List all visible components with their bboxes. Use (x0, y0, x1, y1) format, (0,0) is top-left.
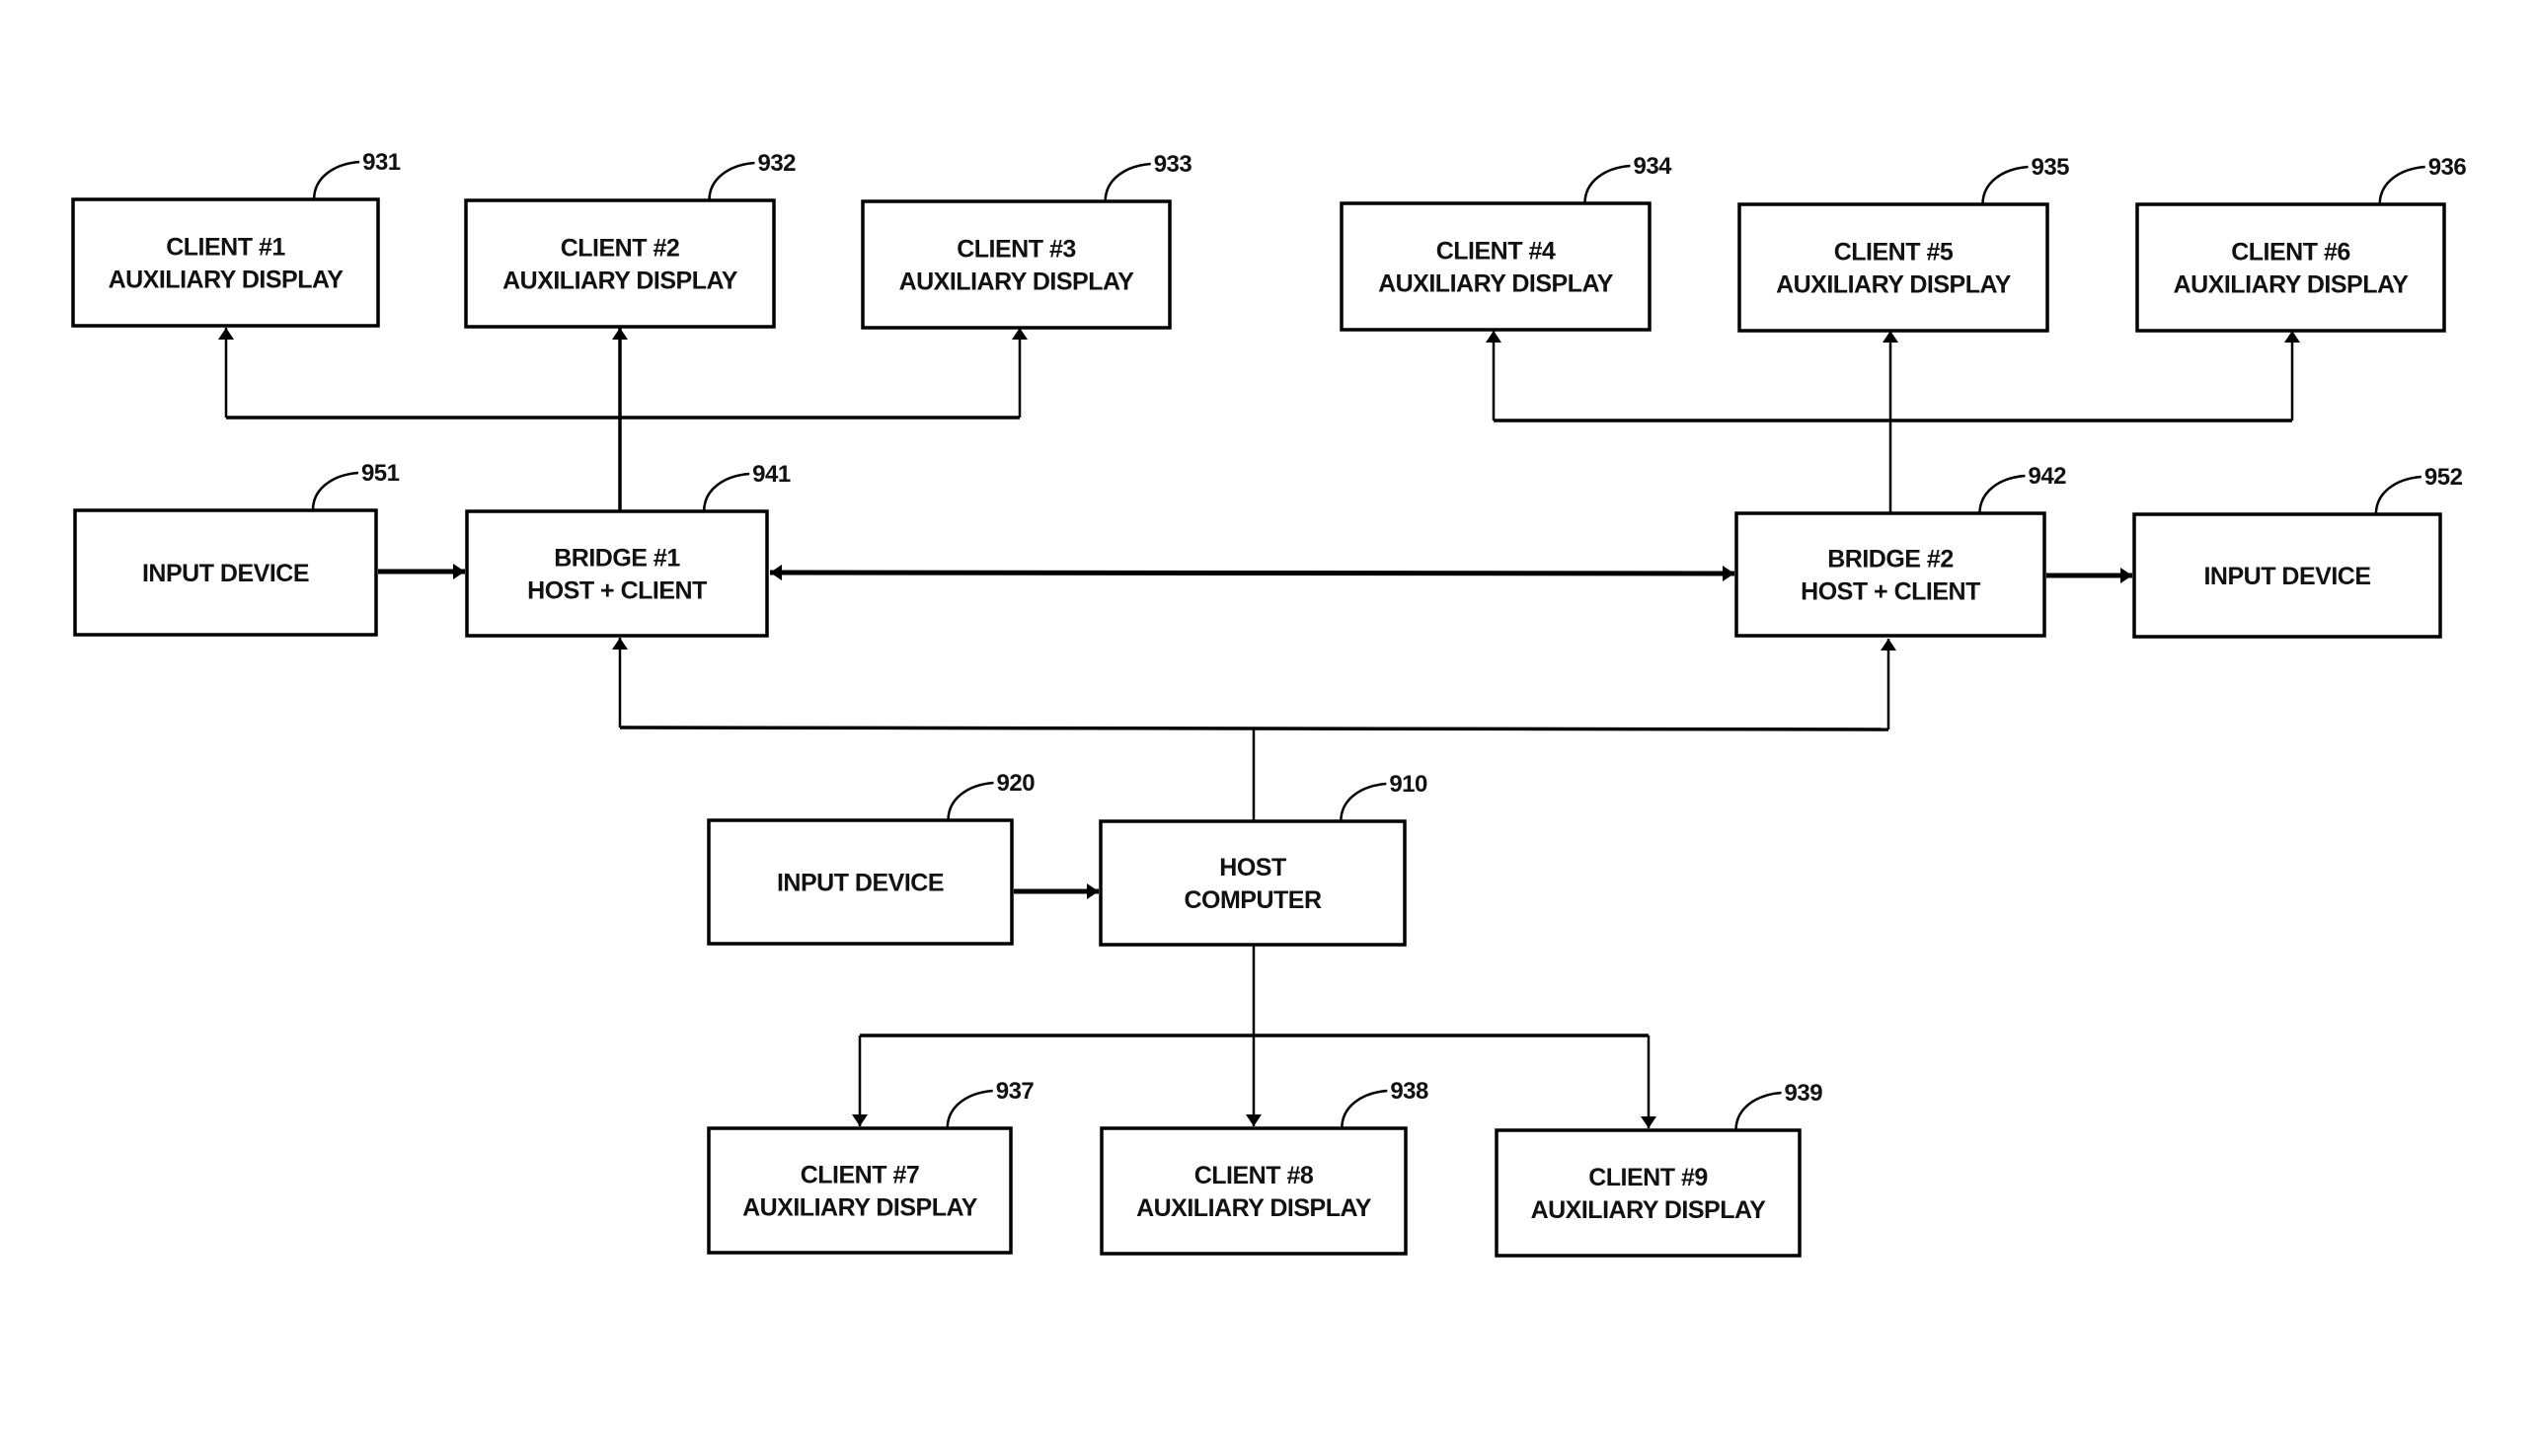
edge-bridge1-bridge2 (769, 565, 1735, 581)
node-box (1340, 201, 1652, 332)
ref-numeral: 951 (361, 460, 400, 487)
node-input952: INPUT DEVICE 952 (2132, 464, 2463, 639)
node-label-line: AUXILIARY DISPLAY (502, 268, 738, 295)
ref-leader-line (946, 1089, 993, 1129)
ref-leader-line (1734, 1091, 1782, 1131)
nodes: CLIENT #1 AUXILIARY DISPLAY 931 CLIENT #2 AU… (71, 149, 2467, 1258)
node-bridge2: BRIDGE #2 HOST + CLIENT 942 (1734, 463, 2067, 638)
node-box (1099, 819, 1407, 947)
node-label-line: CLIENT #6 (2231, 239, 2350, 267)
ref-numeral: 942 (2028, 463, 2066, 490)
node-client3: CLIENT #3 AUXILIARY DISPLAY 933 (861, 151, 1192, 330)
ref-numeral: 938 (1390, 1078, 1428, 1105)
ref-numeral: 952 (2424, 464, 2463, 491)
node-client2: CLIENT #2 AUXILIARY DISPLAY 932 (464, 150, 797, 329)
ref-leader-line (1104, 162, 1151, 202)
node-client4: CLIENT #4 AUXILIARY DISPLAY 934 (1340, 153, 1673, 332)
node-label-line: CLIENT #7 (801, 1162, 920, 1189)
node-box (861, 199, 1172, 330)
edge-host-bus-upper (619, 726, 1889, 731)
node-label-line: BRIDGE #1 (554, 545, 680, 573)
node-label-line: CLIENT #2 (561, 235, 680, 263)
ref-leader-line (312, 160, 360, 200)
ref-numeral: 941 (752, 461, 791, 488)
ref-numeral: 934 (1633, 153, 1672, 180)
node-client7: CLIENT #7 AUXILIARY DISPLAY 937 (707, 1078, 1035, 1255)
node-label-line: AUXILIARY DISPLAY (1776, 271, 2012, 299)
node-input951: INPUT DEVICE 951 (73, 460, 400, 637)
system-diagram: CLIENT #1 AUXILIARY DISPLAY 931 CLIENT #2 AU… (71, 149, 2467, 1258)
node-label-line: AUXILIARY DISPLAY (2174, 271, 2410, 299)
connections (218, 328, 2300, 1128)
node-label-line: AUXILIARY DISPLAY (742, 1194, 978, 1222)
node-label-line: AUXILIARY DISPLAY (1136, 1194, 1372, 1222)
ref-leader-line (702, 472, 750, 512)
ref-leader-line (1341, 1089, 1388, 1129)
ref-numeral: 933 (1154, 151, 1192, 178)
node-label-line: CLIENT #3 (957, 236, 1076, 264)
node-label-line: CLIENT #8 (1194, 1162, 1314, 1189)
node-label-line: AUXILIARY DISPLAY (1378, 270, 1614, 298)
node-client1: CLIENT #1 AUXILIARY DISPLAY 931 (71, 149, 401, 328)
node-client5: CLIENT #5 AUXILIARY DISPLAY 935 (1737, 154, 2070, 333)
node-label-line: INPUT DEVICE (2203, 563, 2370, 590)
node-box (707, 1126, 1013, 1255)
node-label-line: HOST + CLIENT (1801, 578, 1980, 606)
node-label-line: INPUT DEVICE (777, 870, 944, 897)
ref-leader-line (708, 161, 755, 201)
node-client8: CLIENT #8 AUXILIARY DISPLAY 938 (1100, 1078, 1429, 1256)
node-box (465, 509, 769, 638)
node-label-line: CLIENT #9 (1588, 1164, 1708, 1191)
node-label-line: BRIDGE #2 (1827, 546, 1953, 574)
ref-leader-line (1978, 474, 2026, 514)
ref-numeral: 936 (2428, 154, 2467, 181)
node-bridge1: BRIDGE #1 HOST + CLIENT 941 (465, 461, 791, 638)
ref-numeral: 932 (757, 150, 796, 177)
ref-numeral: 935 (2031, 154, 2069, 181)
node-host: HOST COMPUTER 910 (1099, 771, 1428, 947)
node-box (1495, 1128, 1802, 1258)
ref-numeral: 937 (996, 1078, 1035, 1105)
ref-numeral: 910 (1389, 771, 1427, 798)
node-label-line: AUXILIARY DISPLAY (899, 268, 1135, 296)
node-label-line: CLIENT #1 (166, 234, 285, 262)
node-box (464, 198, 776, 329)
node-label-line: HOST + CLIENT (527, 577, 707, 605)
node-label-line: AUXILIARY DISPLAY (1531, 1196, 1767, 1224)
diagram-canvas: CLIENT #1 AUXILIARY DISPLAY 931 CLIENT #2 AU… (0, 0, 2537, 1456)
ref-leader-line (311, 471, 359, 511)
ref-leader-line (1583, 164, 1631, 204)
node-box (71, 197, 380, 328)
ref-leader-line (1981, 165, 2029, 205)
node-label-line: COMPUTER (1184, 886, 1322, 914)
node-box (1737, 202, 2049, 333)
ref-leader-line (2374, 475, 2422, 515)
ref-leader-line (947, 781, 994, 821)
ref-leader-line (1340, 782, 1387, 822)
node-input920: INPUT DEVICE 920 (707, 770, 1036, 946)
node-label-line: INPUT DEVICE (142, 560, 309, 587)
node-label-line: AUXILIARY DISPLAY (109, 267, 345, 294)
node-label-line: CLIENT #5 (1834, 239, 1954, 267)
node-box (2135, 202, 2446, 333)
ref-numeral: 931 (362, 149, 401, 176)
node-label-line: HOST (1219, 854, 1286, 881)
ref-numeral: 939 (1785, 1080, 1823, 1107)
ref-leader-line (2378, 165, 2425, 205)
node-client6: CLIENT #6 AUXILIARY DISPLAY 936 (2135, 154, 2467, 333)
ref-numeral: 920 (997, 770, 1036, 797)
node-client9: CLIENT #9 AUXILIARY DISPLAY 939 (1495, 1080, 1823, 1258)
node-box (1100, 1126, 1408, 1256)
node-label-line: CLIENT #4 (1436, 238, 1556, 266)
node-box (1734, 511, 2046, 638)
